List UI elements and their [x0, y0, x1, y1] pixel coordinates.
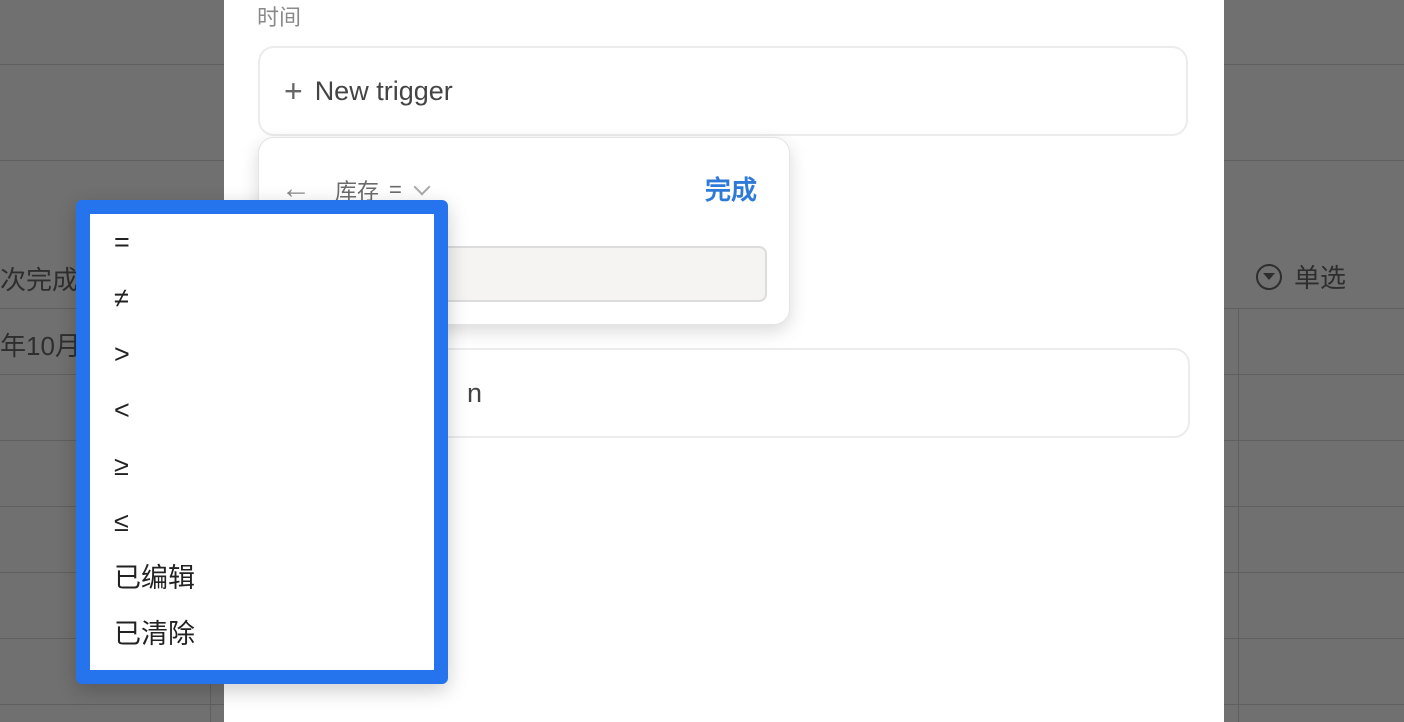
new-trigger-button[interactable]: + New trigger — [258, 46, 1188, 136]
new-action-label: n — [467, 377, 483, 408]
operator-option-edited[interactable]: 已编辑 — [90, 550, 434, 606]
property-header-label: 单选 — [1294, 263, 1347, 293]
operator-option-greater-or-equal[interactable]: ≥ — [90, 438, 434, 494]
chevron-down-icon[interactable] — [413, 178, 431, 196]
section-label: 时间 — [257, 5, 302, 30]
select-property-icon — [1256, 263, 1282, 290]
operator-option-equals[interactable]: = — [90, 214, 434, 270]
operator-option-greater-than[interactable]: > — [90, 326, 434, 382]
table-column-divider — [1238, 308, 1239, 722]
operator-option-less-than[interactable]: < — [90, 382, 434, 438]
plus-icon: + — [284, 72, 303, 109]
operator-option-less-or-equal[interactable]: ≤ — [90, 494, 434, 550]
operator-option-not-equals[interactable]: ≠ — [90, 270, 434, 326]
operator-option-cleared[interactable]: 已清除 — [90, 606, 434, 662]
table-cell: 年10月 — [0, 331, 81, 361]
property-header: 单选 — [1256, 258, 1346, 295]
new-trigger-label: New trigger — [314, 75, 453, 106]
done-button[interactable]: 完成 — [705, 170, 757, 207]
operator-dropdown: = ≠ > < ≥ ≤ 已编辑 已清除 — [76, 200, 448, 684]
table-header-cell: 次完成 — [0, 265, 79, 295]
